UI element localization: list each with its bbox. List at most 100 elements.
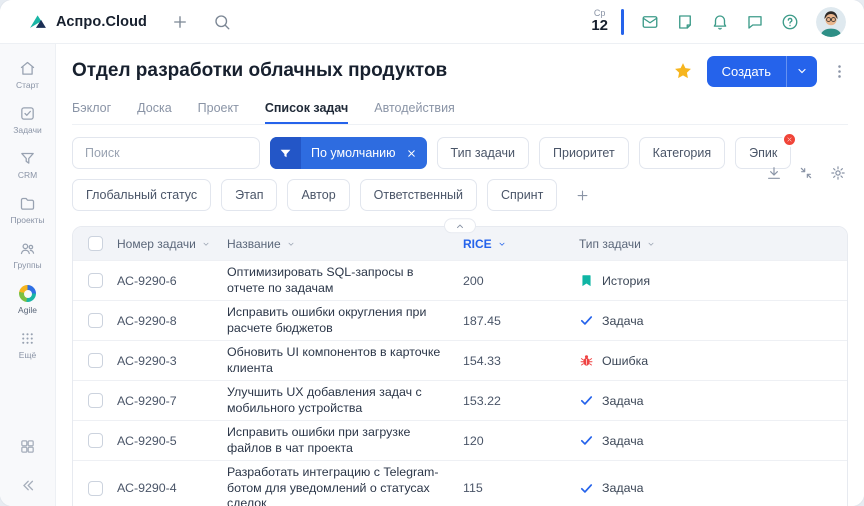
dots-vertical-icon: [831, 63, 848, 80]
task-name[interactable]: Исправить ошибки при загрузке файлов в ч…: [227, 425, 445, 456]
column-header-rice[interactable]: RICE: [463, 237, 579, 251]
search-input[interactable]: [72, 137, 260, 169]
filter-chip-label: Категория: [653, 146, 711, 160]
sidebar-item-more[interactable]: Ещё: [3, 324, 53, 365]
column-header-type[interactable]: Тип задачи: [579, 237, 847, 251]
create-dropdown-toggle[interactable]: [786, 56, 817, 87]
add-filter-button[interactable]: [567, 180, 597, 210]
projects-icon: [19, 195, 36, 212]
table-row[interactable]: АС-9290-7 Улучшить UX добавления задач с…: [73, 380, 847, 420]
quick-create-button[interactable]: [171, 13, 189, 31]
app-window: Аспро.Cloud Ср 12: [0, 0, 864, 506]
filter-chip-author[interactable]: Автор: [287, 179, 349, 211]
sidebar-item-label: Старт: [16, 80, 39, 90]
row-checkbox[interactable]: [88, 433, 103, 448]
table-row[interactable]: АС-9290-8 Исправить ошибки округления пр…: [73, 300, 847, 340]
groups-icon: [19, 240, 36, 257]
sidebar-item-start[interactable]: Старт: [3, 54, 53, 95]
tab-project[interactable]: Проект: [198, 94, 239, 124]
funnel-icon: [279, 147, 292, 160]
clear-filter-icon[interactable]: [782, 132, 797, 147]
gear-button[interactable]: [830, 165, 846, 181]
filter-preset-button[interactable]: По умолчанию: [270, 137, 427, 169]
global-search-button[interactable]: [213, 13, 231, 31]
collapse-button[interactable]: [798, 165, 814, 181]
sidebar-apps-button[interactable]: [19, 438, 36, 455]
bookmark-icon: [579, 273, 594, 288]
task-name[interactable]: Разработать интеграцию с Telegram-ботом …: [227, 465, 445, 506]
mail-button[interactable]: [641, 13, 659, 31]
filter-chip-task-type[interactable]: Тип задачи: [437, 137, 529, 169]
table-row[interactable]: АС-9290-5 Исправить ошибки при загрузке …: [73, 420, 847, 460]
table-row[interactable]: АС-9290-3 Обновить UI компонентов в карт…: [73, 340, 847, 380]
more-icon: [19, 330, 36, 347]
row-checkbox[interactable]: [88, 313, 103, 328]
table-row[interactable]: АС-9290-6 Оптимизировать SQL-запросы в о…: [73, 260, 847, 300]
task-id: АС-9290-7: [117, 394, 227, 408]
task-rice: 120: [463, 434, 579, 448]
filter-chip-assignee[interactable]: Ответственный: [360, 179, 477, 211]
mail-icon: [641, 13, 659, 31]
bell-button[interactable]: [711, 13, 729, 31]
date-widget[interactable]: Ср 12: [591, 9, 608, 34]
more-menu-button[interactable]: [831, 63, 848, 80]
favorite-button[interactable]: [673, 61, 693, 81]
filter-chip-global-status[interactable]: Глобальный статус: [72, 179, 211, 211]
filter-preset-label: По умолчанию: [301, 137, 404, 169]
date-accent-bar: [621, 9, 624, 35]
table-body: АС-9290-6 Оптимизировать SQL-запросы в о…: [73, 260, 847, 506]
filter-chip-sprint[interactable]: Спринт: [487, 179, 557, 211]
task-type: История: [579, 273, 847, 288]
tab-backlog[interactable]: Бэклог: [72, 94, 111, 124]
filter-chip-label: Спринт: [501, 188, 543, 202]
help-button[interactable]: [781, 13, 799, 31]
check-icon: [579, 393, 594, 408]
task-id: АС-9290-5: [117, 434, 227, 448]
task-type-label: История: [602, 274, 650, 288]
sidebar-item-tasks[interactable]: Задачи: [3, 99, 53, 140]
sidebar-collapse-button[interactable]: [19, 477, 36, 494]
column-label: Тип задачи: [579, 237, 641, 251]
plus-icon: [171, 13, 189, 31]
tab-task-list[interactable]: Список задач: [265, 94, 348, 124]
column-header-name[interactable]: Название: [227, 237, 463, 251]
task-type: Задача: [579, 313, 847, 328]
tab-board[interactable]: Доска: [137, 94, 172, 124]
note-icon: [676, 13, 694, 31]
search-icon: [213, 13, 231, 31]
sidebar-item-groups[interactable]: Группы: [3, 234, 53, 275]
chevron-down-icon: [646, 239, 656, 249]
task-name[interactable]: Оптимизировать SQL-запросы в отчете по з…: [227, 265, 445, 296]
create-button[interactable]: Создать: [707, 56, 817, 87]
row-checkbox[interactable]: [88, 273, 103, 288]
download-button[interactable]: [766, 165, 782, 181]
filter-chip-stage[interactable]: Этап: [221, 179, 277, 211]
chat-button[interactable]: [746, 13, 764, 31]
sidebar-item-projects[interactable]: Проекты: [3, 189, 53, 230]
row-checkbox[interactable]: [88, 481, 103, 496]
task-name[interactable]: Исправить ошибки округления при расчете …: [227, 305, 445, 336]
chevron-down-icon: [201, 239, 211, 249]
chevron-down-icon: [497, 239, 507, 249]
select-all-checkbox[interactable]: [88, 236, 103, 251]
brand[interactable]: Аспро.Cloud: [28, 12, 147, 32]
apps-icon: [19, 438, 36, 455]
task-name[interactable]: Обновить UI компонентов в карточке клиен…: [227, 345, 445, 376]
table-row[interactable]: АС-9290-4 Разработать интеграцию с Teleg…: [73, 460, 847, 506]
sidebar-item-label: CRM: [18, 170, 37, 180]
tab-automations[interactable]: Автодействия: [374, 94, 455, 124]
sidebar-item-agile[interactable]: Agile: [3, 279, 53, 320]
sidebar-item-crm[interactable]: CRM: [3, 144, 53, 185]
column-header-number[interactable]: Номер задачи: [117, 237, 227, 251]
filter-chip-priority[interactable]: Приоритет: [539, 137, 629, 169]
avatar[interactable]: [816, 7, 846, 37]
filter-chip-label: Приоритет: [553, 146, 615, 160]
task-name[interactable]: Улучшить UX добавления задач с мобильног…: [227, 385, 445, 416]
tasks-icon: [19, 105, 36, 122]
note-button[interactable]: [676, 13, 694, 31]
filter-chip-category[interactable]: Категория: [639, 137, 725, 169]
row-checkbox[interactable]: [88, 393, 103, 408]
row-checkbox[interactable]: [88, 353, 103, 368]
filter-preset-clear[interactable]: [404, 137, 427, 169]
collapse-table-button[interactable]: [444, 218, 476, 233]
